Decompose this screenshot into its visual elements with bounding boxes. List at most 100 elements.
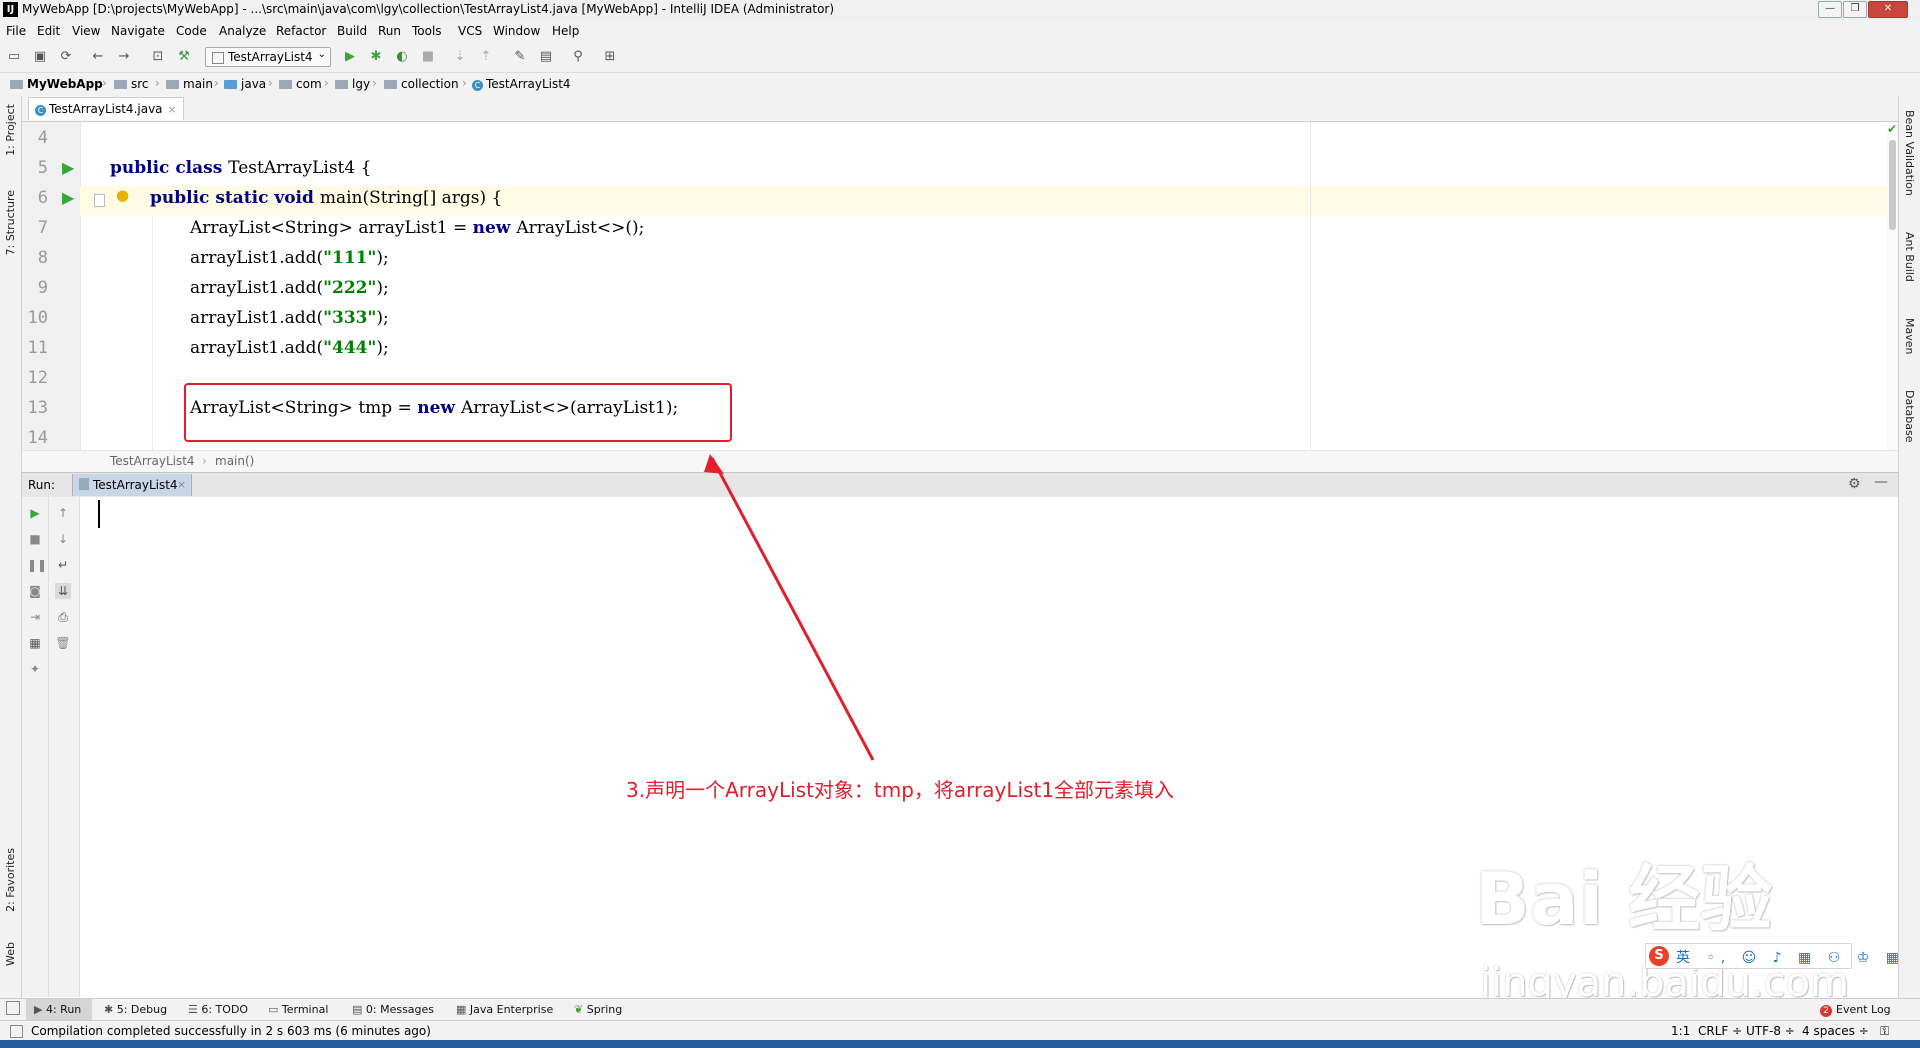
back-arrow-icon[interactable]: ← [90, 49, 106, 65]
breadcrumb-src[interactable]: src [114, 77, 149, 91]
caret-position[interactable]: 1:1 [1671, 1024, 1690, 1038]
tool-tab-messages[interactable]: ▤ 0: Messages [352, 1003, 434, 1016]
run-configuration-select[interactable]: TestArrayList4 ⌄ [205, 47, 331, 67]
down-arrow-icon[interactable]: ↓ [55, 531, 71, 547]
tool-tab-todo[interactable]: ☰ 6: TODO [188, 1003, 248, 1016]
folder-icon [114, 80, 127, 89]
breadcrumb-java[interactable]: java [224, 77, 266, 91]
breadcrumb-project[interactable]: MyWebApp [10, 77, 103, 91]
menu-navigate[interactable]: Navigate [111, 24, 165, 38]
run-icon[interactable]: ▶ [342, 49, 358, 65]
project-structure-icon[interactable]: ▤ [538, 49, 554, 65]
rerun-icon[interactable]: ▶ [27, 505, 43, 521]
run-gutter-icon[interactable]: ▶ [62, 188, 74, 207]
tool-tab-ant-build[interactable]: Ant Build [1903, 232, 1916, 282]
file-encoding[interactable]: UTF-8 ÷ [1746, 1024, 1795, 1038]
editor-crumb-method[interactable]: main() [215, 454, 254, 468]
scrollbar-thumb[interactable] [1889, 140, 1896, 230]
save-icon[interactable]: ▣ [32, 49, 48, 65]
breadcrumb-com[interactable]: com [279, 77, 322, 91]
tool-tab-favorites[interactable]: 2: Favorites [4, 848, 17, 912]
tool-tab-bean-validation[interactable]: Bean Validation [1903, 110, 1916, 196]
menu-code[interactable]: Code [176, 24, 207, 38]
scroll-to-end-icon[interactable]: ⇊ [55, 583, 71, 599]
maximize-button[interactable]: ❐ [1843, 1, 1867, 18]
lock-icon[interactable]: ⚿ [1880, 1024, 1889, 1039]
gear-icon[interactable]: ⚙ [1848, 476, 1861, 492]
menu-view[interactable]: View [72, 24, 100, 38]
tool-tab-java-enterprise[interactable]: ▦ Java Enterprise [456, 1003, 553, 1016]
tool-tab-structure[interactable]: 7: Structure [4, 190, 17, 255]
breadcrumb-lgy[interactable]: lgy [335, 77, 370, 91]
forward-arrow-icon[interactable]: → [116, 49, 132, 65]
open-folder-icon[interactable]: ▭ [6, 49, 22, 65]
up-arrow-icon[interactable]: ↑ [55, 505, 71, 521]
menu-analyze[interactable]: Analyze [219, 24, 266, 38]
tool-tab-terminal[interactable]: ▭ Terminal [268, 1003, 328, 1016]
os-taskbar [0, 1040, 1920, 1048]
coverage-icon[interactable]: ◐ [394, 49, 410, 65]
editor-crumb-class[interactable]: TestArrayList4 [110, 454, 195, 468]
soft-wrap-icon[interactable]: ↵ [55, 557, 71, 573]
menu-tools[interactable]: Tools [412, 24, 442, 38]
terminal-window-icon[interactable]: ⊡ [150, 49, 166, 65]
stop-icon[interactable]: ■ [420, 49, 436, 65]
debug-bug-icon: ✱ [104, 1003, 117, 1016]
tool-tab-run[interactable]: ▶ 4: Run [34, 1003, 81, 1016]
pause-icon[interactable]: ❚❚ [27, 557, 47, 573]
tool-tab-project[interactable]: 1: Project [4, 104, 17, 156]
fold-marker-icon[interactable] [94, 194, 105, 207]
tool-tab-web[interactable]: Web [4, 942, 17, 966]
line-separator[interactable]: CRLF ÷ [1698, 1024, 1742, 1038]
close-button[interactable]: ✕ [1868, 1, 1908, 18]
menu-help[interactable]: Help [552, 24, 579, 38]
run-gutter-icon[interactable]: ▶ [62, 158, 74, 177]
event-log-button[interactable]: 2 Event Log [1820, 1003, 1891, 1017]
pin-icon[interactable]: ✦ [27, 661, 43, 677]
breadcrumb-collection[interactable]: collection [384, 77, 459, 91]
exit-icon[interactable]: ⇥ [27, 609, 43, 625]
lightbulb-icon[interactable]: ● [116, 186, 129, 204]
inspection-ok-icon: ✔ [1887, 122, 1898, 136]
print-icon[interactable]: ⎙ [55, 609, 71, 625]
editor-scrollbar[interactable] [1887, 122, 1898, 450]
menu-run[interactable]: Run [378, 24, 401, 38]
editor-tab-testarraylist4[interactable]: C TestArrayList4.java × [28, 97, 184, 120]
minimize-button[interactable]: — [1818, 1, 1842, 18]
breadcrumb-main[interactable]: main [166, 77, 213, 91]
status-message[interactable]: Compilation completed successfully in 2 … [31, 1024, 431, 1038]
folder-icon [224, 80, 237, 89]
close-tab-icon[interactable]: × [168, 103, 177, 116]
tool-tab-database[interactable]: Database [1903, 390, 1916, 443]
toggle-tool-windows-icon[interactable] [6, 1001, 20, 1015]
run-tab-testarraylist4[interactable]: TestArrayList4 × [72, 474, 192, 496]
sync-icon[interactable]: ⟳ [58, 49, 74, 65]
camera-icon[interactable]: ◙ [27, 583, 43, 599]
menu-edit[interactable]: Edit [37, 24, 60, 38]
stop-icon[interactable]: ■ [27, 531, 43, 547]
indent-setting[interactable]: 4 spaces ÷ [1802, 1024, 1869, 1038]
chevron-down-icon: ⌄ [317, 49, 326, 60]
close-tab-icon[interactable]: × [177, 478, 186, 491]
menu-refactor[interactable]: Refactor [276, 24, 326, 38]
settings-wrench-icon[interactable]: ✎ [512, 49, 528, 65]
tool-tab-debug[interactable]: ✱ 5: Debug [104, 1003, 167, 1016]
ime-toolbar[interactable]: S 英 ◦, ☺ ♪ ▦ ⚇ ♔ ▦ [1645, 943, 1899, 969]
menu-build[interactable]: Build [337, 24, 367, 38]
tool-tab-maven[interactable]: Maven [1903, 318, 1916, 354]
menu-window[interactable]: Window [493, 24, 540, 38]
status-toggle-icon[interactable] [10, 1025, 23, 1038]
build-hammer-icon[interactable]: ⚒ [176, 49, 192, 65]
trash-icon[interactable]: 🗑 [55, 635, 71, 651]
layout-icon[interactable]: ▦ [27, 635, 43, 651]
debug-bug-icon[interactable]: ✱ [368, 49, 384, 65]
hide-panel-icon[interactable]: — [1874, 474, 1888, 490]
vcs-commit-icon[interactable]: ⇡ [478, 49, 494, 65]
menu-file[interactable]: File [6, 24, 26, 38]
breadcrumb-class[interactable]: C TestArrayList4 [472, 77, 571, 91]
tool-tab-spring[interactable]: ❦ Spring [574, 1003, 622, 1016]
menu-vcs[interactable]: VCS [458, 24, 482, 38]
vcs-update-icon[interactable]: ⇣ [452, 49, 468, 65]
search-icon[interactable]: ⚲ [570, 49, 586, 65]
database-console-icon[interactable]: ⊞ [602, 49, 618, 65]
